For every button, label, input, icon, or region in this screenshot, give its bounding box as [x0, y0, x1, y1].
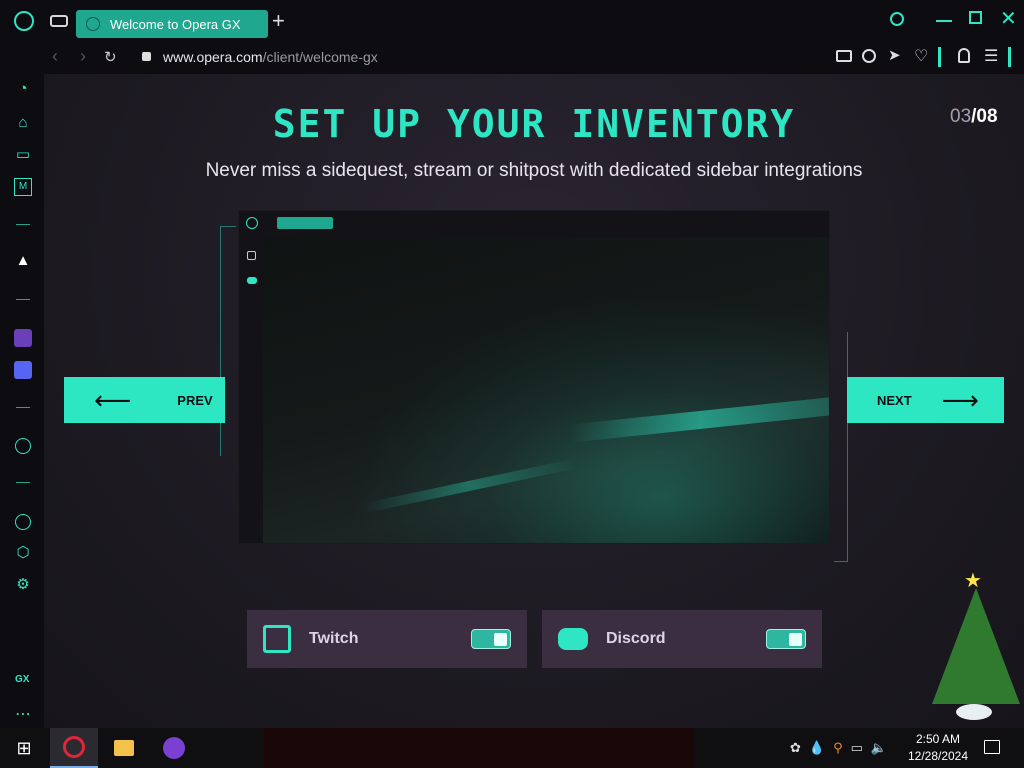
- history-icon[interactable]: [15, 514, 31, 530]
- new-tab-button[interactable]: +: [272, 9, 288, 33]
- step-counter: 03/08: [950, 106, 998, 128]
- gx-control-icon[interactable]: ◔: [14, 80, 32, 98]
- clock[interactable]: 2:50 AM 12/28/2024: [900, 731, 976, 765]
- account-icon[interactable]: [958, 48, 970, 63]
- opera-menu-icon[interactable]: [14, 11, 34, 31]
- settings-icon[interactable]: ⚙: [14, 576, 32, 594]
- system-tray: ✿ 💧 ⚲ ▭ 🔈: [790, 740, 887, 756]
- prev-button[interactable]: ⟵ PREV: [64, 377, 225, 423]
- taskbar-opera-gx[interactable]: [50, 728, 98, 768]
- tree-base: [956, 704, 992, 720]
- url-field[interactable]: www.opera.com/client/welcome-gx: [163, 49, 378, 65]
- restore-icon[interactable]: [969, 11, 982, 24]
- clock-time: 2:50 AM: [915, 732, 961, 746]
- arrow-right-icon: ⟶: [941, 384, 979, 415]
- send-icon[interactable]: ➤: [888, 46, 901, 64]
- divider: [1008, 47, 1011, 67]
- twitch-card[interactable]: Twitch: [247, 610, 527, 668]
- frame-decoration: [834, 332, 848, 562]
- taskbar-app[interactable]: [150, 728, 198, 768]
- lock-icon: [142, 52, 151, 61]
- start-button[interactable]: ⊞: [0, 728, 48, 768]
- vpn-icon[interactable]: [862, 49, 876, 63]
- taskbar-preview-area: [264, 728, 694, 768]
- divider: [938, 47, 941, 67]
- sidebar-separator: [16, 482, 30, 483]
- christmas-tree-image: ★: [928, 568, 1024, 728]
- opera-gx-icon: [63, 736, 85, 758]
- browser-preview-image: [238, 210, 830, 544]
- tab-favicon-icon: [86, 17, 100, 31]
- tab-welcome[interactable]: Welcome to Opera GX: [76, 10, 268, 38]
- notification-icon[interactable]: [984, 740, 1000, 754]
- discord-label: Discord: [606, 630, 666, 647]
- address-bar: ‹ › ↻ www.opera.com/client/welcome-gx ➤ …: [44, 42, 1024, 74]
- url-path: /client/welcome-gx: [262, 49, 378, 65]
- volume-icon[interactable]: 🔈: [871, 740, 887, 756]
- tray-app-icon[interactable]: ✿: [790, 740, 801, 756]
- welcome-page: SET UP YOUR INVENTORY 03/08 Never miss a…: [44, 74, 1024, 728]
- sidebar: ◔ ⌂ ▭ M ▲ ⬡ ⚙ GX ⋯: [0, 42, 44, 728]
- sidebar-separator: [16, 224, 30, 225]
- gx-corner-icon[interactable]: ▭: [14, 146, 32, 164]
- taskbar-file-explorer[interactable]: [100, 728, 148, 768]
- sidebar-separator: [16, 299, 30, 300]
- windows-icon: ⊞: [16, 737, 32, 758]
- page-subtitle: Never miss a sidequest, stream or shitpo…: [205, 160, 863, 181]
- preview-tab: [277, 217, 333, 229]
- preview-discord-icon: [247, 277, 257, 284]
- preview-twitch-icon: [247, 251, 256, 260]
- tab-overview-icon[interactable]: [50, 15, 68, 27]
- network-icon[interactable]: ▭: [851, 740, 863, 756]
- back-icon[interactable]: ‹: [52, 46, 58, 67]
- twitch-label: Twitch: [309, 630, 359, 647]
- close-icon[interactable]: ✕: [1000, 6, 1017, 31]
- preview-opera-icon: [246, 217, 258, 229]
- discord-icon: [558, 628, 588, 650]
- next-label: NEXT: [877, 392, 912, 408]
- title-bar: Welcome to Opera GX + ✕: [0, 0, 1024, 42]
- prev-label: PREV: [177, 392, 213, 408]
- favorite-icon[interactable]: ♡: [914, 46, 928, 66]
- discord-card[interactable]: Discord: [542, 610, 822, 668]
- twitch-icon[interactable]: [14, 329, 32, 347]
- search-icon[interactable]: [890, 12, 904, 26]
- sidebar-more-icon[interactable]: ⋯: [15, 704, 31, 724]
- tree-body: [932, 588, 1020, 704]
- taskbar: ⊞ ✿ 💧 ⚲ ▭ 🔈 2:50 AM 12/28/2024: [0, 728, 1024, 768]
- forward-icon[interactable]: ›: [80, 46, 86, 67]
- app-icon: [163, 737, 185, 759]
- reload-icon[interactable]: ↻: [104, 48, 117, 66]
- arrow-left-icon: ⟵: [94, 384, 132, 415]
- aria-icon[interactable]: ▲: [14, 252, 32, 270]
- url-host: www.opera.com: [163, 49, 263, 65]
- sidebar-separator: [16, 407, 30, 408]
- twitch-toggle[interactable]: [471, 629, 511, 649]
- easy-setup-icon[interactable]: ☰: [984, 46, 998, 66]
- snapshot-icon[interactable]: [836, 50, 852, 62]
- clock-date: 12/28/2024: [907, 749, 969, 763]
- counter-total: 08: [976, 106, 998, 127]
- next-button[interactable]: NEXT ⟶: [847, 377, 1004, 423]
- page-title: SET UP YOUR INVENTORY: [272, 102, 796, 146]
- counter-current: 03: [950, 106, 972, 127]
- discord-icon[interactable]: [14, 361, 32, 379]
- folder-icon: [114, 740, 134, 756]
- twitch-icon: [263, 625, 291, 653]
- tray-drop-icon[interactable]: 💧: [809, 740, 825, 756]
- gx-label[interactable]: GX: [15, 674, 29, 685]
- minimize-icon[interactable]: [936, 20, 952, 22]
- player-icon[interactable]: M: [14, 178, 32, 196]
- discord-toggle[interactable]: [766, 629, 806, 649]
- tray-search-icon[interactable]: ⚲: [833, 740, 843, 756]
- preview-wave-art: [263, 237, 829, 543]
- gx-cleaner-icon[interactable]: ⌂: [14, 114, 32, 132]
- tab-title: Welcome to Opera GX: [110, 16, 241, 32]
- play-icon[interactable]: [15, 438, 31, 454]
- extensions-icon[interactable]: ⬡: [14, 544, 32, 562]
